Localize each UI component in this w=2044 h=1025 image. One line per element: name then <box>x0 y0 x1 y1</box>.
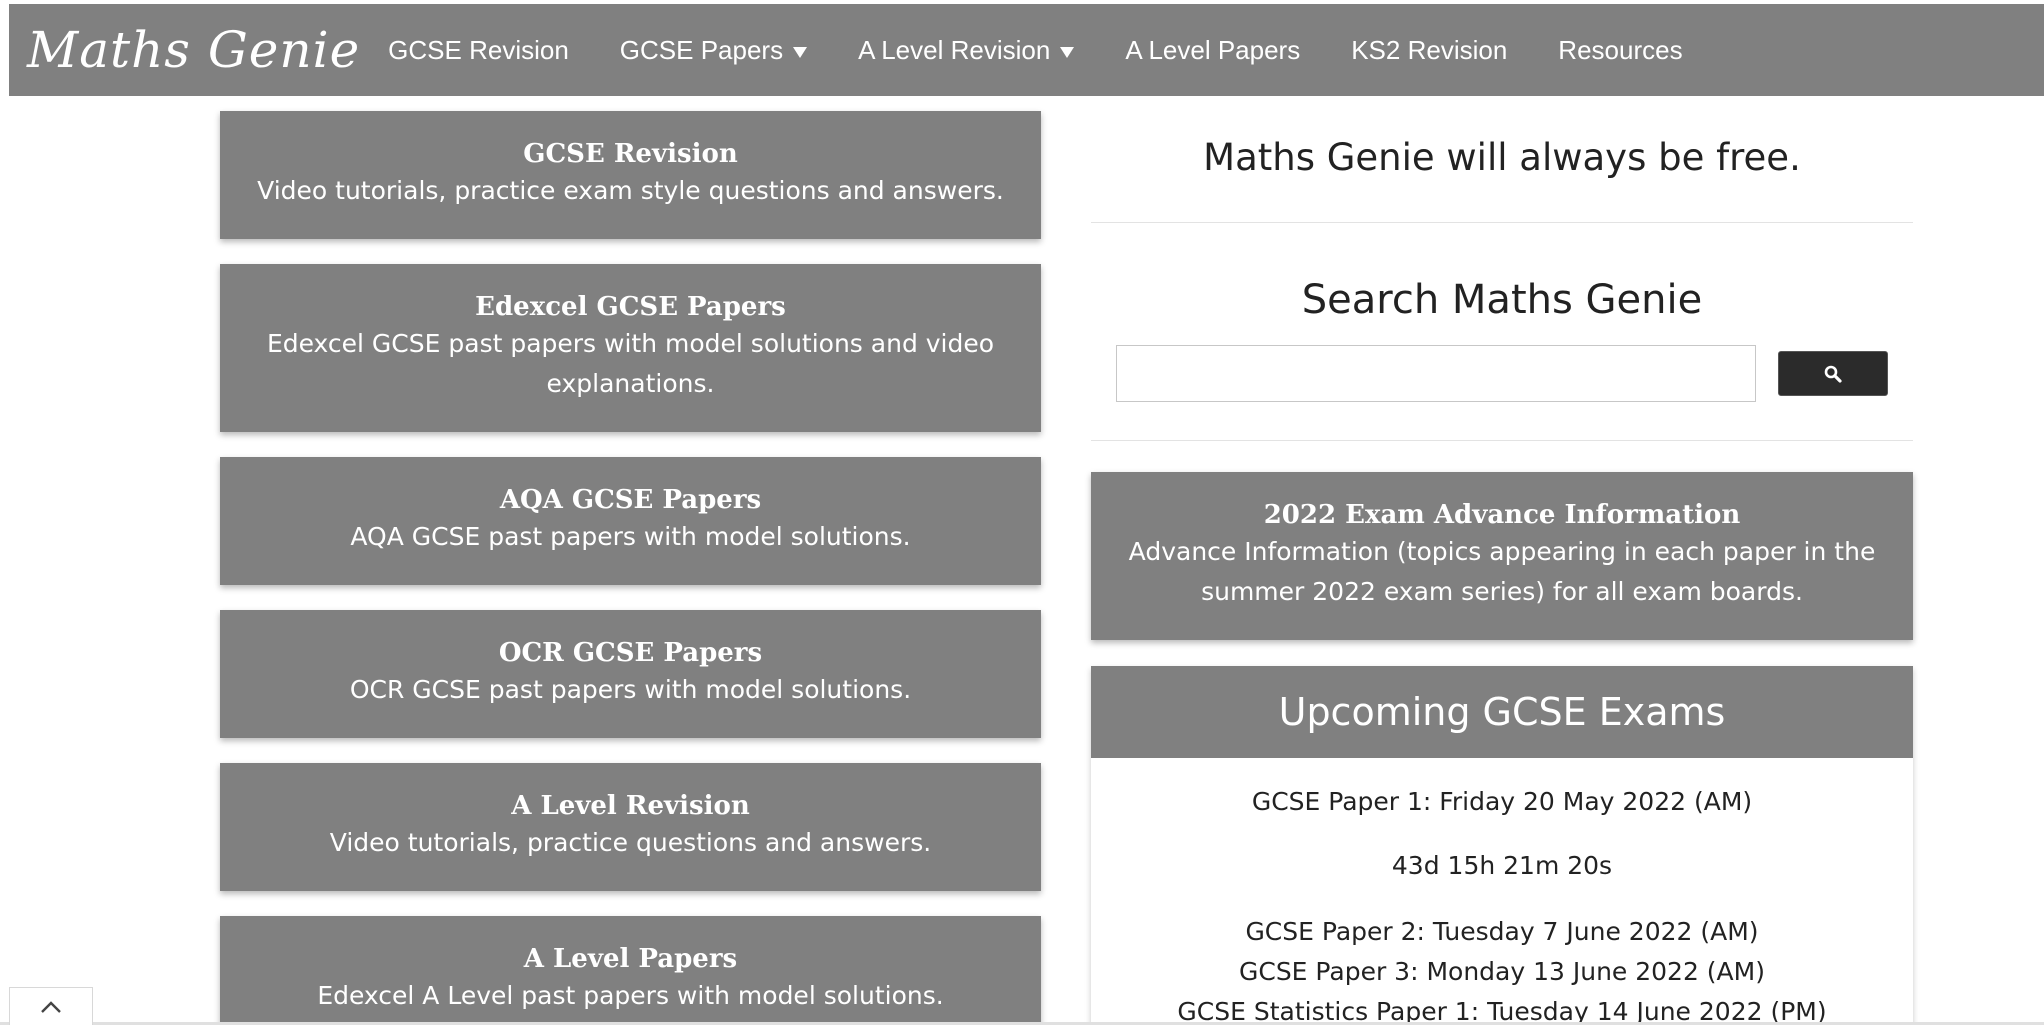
card-title: AQA GCSE Papers <box>499 485 762 515</box>
scroll-to-top-button[interactable] <box>9 987 93 1025</box>
nav-gcse-papers[interactable]: GCSE Papers <box>619 34 808 66</box>
exam-item: GCSE Paper 3: Monday 13 June 2022 (AM) <box>1238 957 1765 986</box>
right-column: Maths Genie will always be free. Search … <box>1091 111 1913 1025</box>
nav-label: A Level Revision <box>858 34 1051 65</box>
nav-resources[interactable]: Resources <box>1558 35 1682 66</box>
card-title: GCSE Revision <box>523 139 738 169</box>
card-description: Video tutorials, practice exam style que… <box>257 176 1004 205</box>
advance-information-card[interactable]: 2022 Exam Advance Information Advance In… <box>1091 472 1913 640</box>
left-column: GCSE Revision Video tutorials, practice … <box>220 111 1041 1025</box>
nav-a-level-revision[interactable]: A Level Revision <box>858 34 1075 66</box>
card-aqa-gcse-papers[interactable]: AQA GCSE Papers AQA GCSE past papers wit… <box>220 457 1041 585</box>
search-button[interactable] <box>1778 351 1888 396</box>
search-heading: Search Maths Genie <box>1301 277 1703 323</box>
card-title: OCR GCSE Papers <box>498 638 763 668</box>
top-navbar: Maths Genie GCSE Revision GCSE Papers A … <box>9 4 2044 96</box>
caret-down-icon <box>793 46 808 58</box>
tagline: Maths Genie will always be free. <box>1203 136 1801 179</box>
exam-countdown: 43d 15h 21m 20s <box>1391 851 1613 880</box>
exam-item: GCSE Statistics Paper 1: Tuesday 14 June… <box>1177 997 1827 1025</box>
nav-label: KS2 Revision <box>1351 34 1508 65</box>
nav-label: GCSE Papers <box>619 34 784 65</box>
main-nav: GCSE Revision GCSE Papers A Level Revisi… <box>388 35 1733 66</box>
upcoming-exams-panel: Upcoming GCSE Exams GCSE Paper 1: Friday… <box>1091 666 1913 1025</box>
card-description: OCR GCSE past papers with model solution… <box>349 675 912 704</box>
exam-item: GCSE Paper 2: Tuesday 7 June 2022 (AM) <box>1245 917 1759 946</box>
card-title: Edexcel GCSE Papers <box>475 292 786 322</box>
nav-gcse-revision[interactable]: GCSE Revision <box>388 35 569 66</box>
nav-ks2-revision[interactable]: KS2 Revision <box>1351 35 1507 66</box>
card-title: A Level Papers <box>523 944 738 974</box>
card-gcse-revision[interactable]: GCSE Revision Video tutorials, practice … <box>220 111 1041 239</box>
card-title: 2022 Exam Advance Information <box>1263 500 1741 530</box>
card-a-level-revision[interactable]: A Level Revision Video tutorials, practi… <box>220 763 1041 891</box>
search-input[interactable] <box>1116 345 1756 402</box>
card-a-level-papers[interactable]: A Level Papers Edexcel A Level past pape… <box>220 916 1041 1025</box>
nav-label: GCSE Revision <box>388 34 569 65</box>
card-title: A Level Revision <box>511 791 750 821</box>
site-logo[interactable]: Maths Genie <box>27 21 360 79</box>
upcoming-exams-heading: Upcoming GCSE Exams <box>1091 666 1913 758</box>
card-edexcel-gcse-papers[interactable]: Edexcel GCSE Papers Edexcel GCSE past pa… <box>220 264 1041 432</box>
nav-a-level-papers[interactable]: A Level Papers <box>1125 35 1300 66</box>
card-description: Edexcel A Level past papers with model s… <box>317 981 944 1010</box>
card-ocr-gcse-papers[interactable]: OCR GCSE Papers OCR GCSE past papers wit… <box>220 610 1041 738</box>
card-description: Advance Information (topics appearing in… <box>1128 537 1876 606</box>
divider <box>1091 440 1913 441</box>
exam-item: GCSE Paper 1: Friday 20 May 2022 (AM) <box>1251 787 1753 816</box>
card-description: Edexcel GCSE past papers with model solu… <box>266 329 995 398</box>
search-icon <box>1824 365 1842 383</box>
caret-down-icon <box>1060 46 1075 58</box>
nav-label: Resources <box>1558 34 1683 65</box>
card-description: Video tutorials, practice questions and … <box>329 828 932 857</box>
page: Maths Genie GCSE Revision GCSE Papers A … <box>0 0 2044 1025</box>
divider <box>1091 222 1913 223</box>
card-description: AQA GCSE past papers with model solution… <box>350 522 911 551</box>
upcoming-exams-list: GCSE Paper 1: Friday 20 May 2022 (AM) 43… <box>1091 758 1913 1025</box>
search-form <box>1116 345 1913 402</box>
nav-label: A Level Papers <box>1125 34 1301 65</box>
chevron-up-icon <box>41 1000 61 1013</box>
